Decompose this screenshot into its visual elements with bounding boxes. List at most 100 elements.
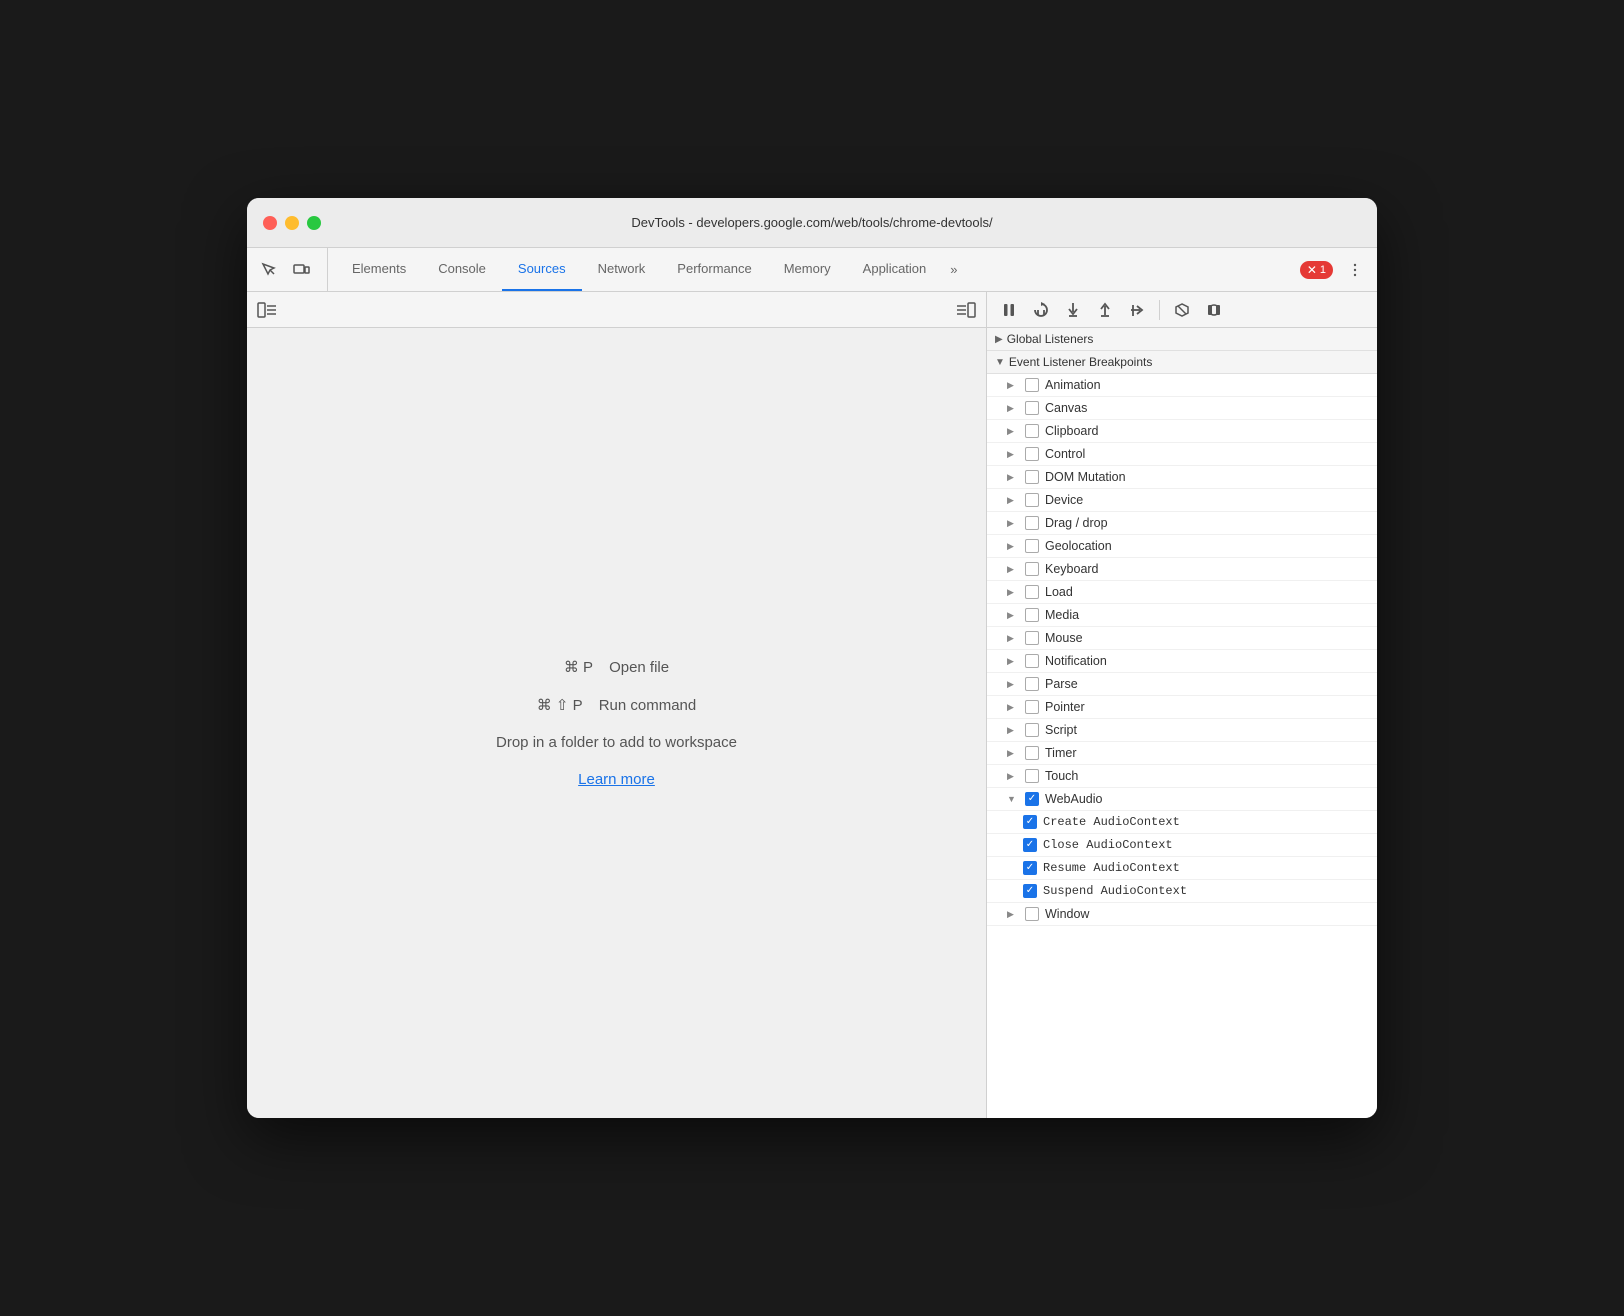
bp-webaudio-suspend-checkbox[interactable]	[1023, 884, 1037, 898]
bp-webaudio-suspend-label: Suspend AudioContext	[1043, 884, 1187, 898]
show-debugger-icon[interactable]	[954, 298, 978, 322]
minimize-button[interactable]	[285, 216, 299, 230]
bp-clipboard[interactable]: ▶ Clipboard	[987, 420, 1377, 443]
tab-performance[interactable]: Performance	[661, 248, 767, 291]
bp-notification[interactable]: ▶ Notification	[987, 650, 1377, 673]
bp-dom-mutation-chevron: ▶	[1007, 472, 1019, 483]
bp-webaudio-resume-label: Resume AudioContext	[1043, 861, 1180, 875]
bp-clipboard-checkbox[interactable]	[1025, 424, 1039, 438]
bp-dom-mutation-checkbox[interactable]	[1025, 470, 1039, 484]
close-button[interactable]	[263, 216, 277, 230]
bp-geolocation-checkbox[interactable]	[1025, 539, 1039, 553]
bp-webaudio-close-checkbox[interactable]	[1023, 838, 1037, 852]
bp-mouse-chevron: ▶	[1007, 633, 1019, 644]
error-badge[interactable]: ✕ 1	[1300, 261, 1333, 279]
customize-devtools-icon[interactable]	[1341, 256, 1369, 284]
tab-bar: Elements Console Sources Network Perform…	[247, 248, 1377, 292]
bp-canvas-checkbox[interactable]	[1025, 401, 1039, 415]
bp-webaudio-suspend[interactable]: Suspend AudioContext	[987, 880, 1377, 903]
tab-network[interactable]: Network	[582, 248, 662, 291]
bp-script-checkbox[interactable]	[1025, 723, 1039, 737]
bp-load[interactable]: ▶ Load	[987, 581, 1377, 604]
bp-touch-checkbox[interactable]	[1025, 769, 1039, 783]
bp-geolocation[interactable]: ▶ Geolocation	[987, 535, 1377, 558]
tab-memory[interactable]: Memory	[768, 248, 847, 291]
bp-timer-checkbox[interactable]	[1025, 746, 1039, 760]
device-toolbar-icon[interactable]	[287, 256, 315, 284]
debugger-toolbar	[987, 292, 1377, 328]
bp-keyboard[interactable]: ▶ Keyboard	[987, 558, 1377, 581]
bp-webaudio[interactable]: ▼ WebAudio	[987, 788, 1377, 811]
window-controls[interactable]	[263, 216, 321, 230]
bp-script-chevron: ▶	[1007, 725, 1019, 736]
bp-timer[interactable]: ▶ Timer	[987, 742, 1377, 765]
bp-webaudio-resume[interactable]: Resume AudioContext	[987, 857, 1377, 880]
bp-canvas-chevron: ▶	[1007, 403, 1019, 414]
breakpoints-panel[interactable]: ▶ Global Listeners ▼ Event Listener Brea…	[987, 328, 1377, 1118]
bp-geolocation-chevron: ▶	[1007, 541, 1019, 552]
bp-device[interactable]: ▶ Device	[987, 489, 1377, 512]
step-over-button[interactable]	[1027, 296, 1055, 324]
event-listener-header[interactable]: ▼ Event Listener Breakpoints	[987, 351, 1377, 374]
step-button[interactable]	[1123, 296, 1151, 324]
bp-webaudio-close[interactable]: Close AudioContext	[987, 834, 1377, 857]
bp-notification-checkbox[interactable]	[1025, 654, 1039, 668]
step-out-button[interactable]	[1091, 296, 1119, 324]
pause-on-exceptions-button[interactable]	[1200, 296, 1228, 324]
tab-sources[interactable]: Sources	[502, 248, 582, 291]
maximize-button[interactable]	[307, 216, 321, 230]
bp-animation[interactable]: ▶ Animation	[987, 374, 1377, 397]
bp-canvas-label: Canvas	[1045, 401, 1087, 415]
more-tabs-button[interactable]: »	[942, 248, 965, 291]
bp-touch[interactable]: ▶ Touch	[987, 765, 1377, 788]
bp-media-checkbox[interactable]	[1025, 608, 1039, 622]
bp-canvas[interactable]: ▶ Canvas	[987, 397, 1377, 420]
devtools-window: DevTools - developers.google.com/web/too…	[247, 198, 1377, 1118]
bp-dom-mutation[interactable]: ▶ DOM Mutation	[987, 466, 1377, 489]
bp-load-checkbox[interactable]	[1025, 585, 1039, 599]
bp-pointer-checkbox[interactable]	[1025, 700, 1039, 714]
bp-parse-label: Parse	[1045, 677, 1078, 691]
bp-animation-checkbox[interactable]	[1025, 378, 1039, 392]
tab-application[interactable]: Application	[847, 248, 943, 291]
bp-clipboard-label: Clipboard	[1045, 424, 1099, 438]
bp-webaudio-resume-checkbox[interactable]	[1023, 861, 1037, 875]
bp-window-checkbox[interactable]	[1025, 907, 1039, 921]
show-navigator-icon[interactable]	[255, 298, 279, 322]
bp-pointer[interactable]: ▶ Pointer	[987, 696, 1377, 719]
global-listeners-header[interactable]: ▶ Global Listeners	[987, 328, 1377, 351]
debugger-panel: ▶ Global Listeners ▼ Event Listener Brea…	[987, 292, 1377, 1118]
pause-resume-button[interactable]	[995, 296, 1023, 324]
bp-mouse-label: Mouse	[1045, 631, 1083, 645]
bp-device-checkbox[interactable]	[1025, 493, 1039, 507]
tab-console[interactable]: Console	[422, 248, 502, 291]
bp-keyboard-label: Keyboard	[1045, 562, 1099, 576]
bp-load-chevron: ▶	[1007, 587, 1019, 598]
bp-mouse-checkbox[interactable]	[1025, 631, 1039, 645]
deactivate-breakpoints-button[interactable]	[1168, 296, 1196, 324]
bp-media[interactable]: ▶ Media	[987, 604, 1377, 627]
bp-window-label: Window	[1045, 907, 1089, 921]
tab-elements[interactable]: Elements	[336, 248, 422, 291]
bp-parse[interactable]: ▶ Parse	[987, 673, 1377, 696]
bp-keyboard-checkbox[interactable]	[1025, 562, 1039, 576]
drop-folder-text: Drop in a folder to add to workspace	[496, 734, 737, 751]
bp-parse-checkbox[interactable]	[1025, 677, 1039, 691]
open-file-label: Open file	[609, 659, 669, 676]
step-into-button[interactable]	[1059, 296, 1087, 324]
bp-mouse[interactable]: ▶ Mouse	[987, 627, 1377, 650]
bp-webaudio-checkbox[interactable]	[1025, 792, 1039, 806]
inspect-element-icon[interactable]	[255, 256, 283, 284]
bp-load-label: Load	[1045, 585, 1073, 599]
bp-control[interactable]: ▶ Control	[987, 443, 1377, 466]
bp-control-checkbox[interactable]	[1025, 447, 1039, 461]
global-listeners-chevron: ▶	[995, 334, 1003, 345]
learn-more-link[interactable]: Learn more	[578, 771, 655, 788]
bp-webaudio-create[interactable]: Create AudioContext	[987, 811, 1377, 834]
bp-script[interactable]: ▶ Script	[987, 719, 1377, 742]
title-bar: DevTools - developers.google.com/web/too…	[247, 198, 1377, 248]
bp-window[interactable]: ▶ Window	[987, 903, 1377, 926]
bp-drag-drop-checkbox[interactable]	[1025, 516, 1039, 530]
bp-webaudio-create-checkbox[interactable]	[1023, 815, 1037, 829]
bp-drag-drop[interactable]: ▶ Drag / drop	[987, 512, 1377, 535]
